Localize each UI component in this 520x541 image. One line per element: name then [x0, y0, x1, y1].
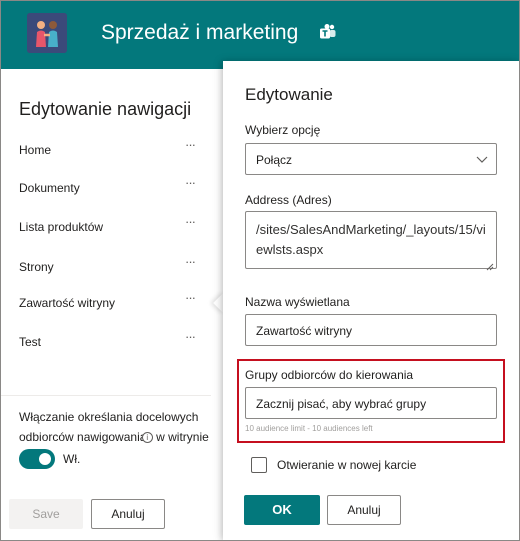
ok-button[interactable]: OK: [244, 495, 320, 525]
nav-item-zawartosc-witryny[interactable]: Zawartość witryny ···: [1, 288, 211, 318]
more-options-icon[interactable]: ···: [185, 175, 196, 190]
more-options-icon[interactable]: ···: [185, 137, 196, 152]
audience-targeting-toggle[interactable]: [19, 449, 55, 469]
option-label: Wybierz opcję: [245, 123, 321, 137]
open-new-tab-label[interactable]: Otwieranie w nowej karcie: [277, 458, 416, 472]
nav-item-dokumenty[interactable]: Dokumenty ···: [1, 173, 211, 203]
audience-targeting-label: Włączanie określania docelowych odbiorcó…: [19, 407, 209, 447]
audience-groups-input[interactable]: Zacznij pisać, aby wybrać grupy: [245, 387, 497, 419]
cancel-button[interactable]: Anuluj: [327, 495, 401, 525]
more-options-icon[interactable]: ···: [185, 254, 196, 269]
nav-item-label: Strony: [19, 260, 54, 274]
teams-icon[interactable]: [319, 23, 337, 41]
edit-link-callout: Edytowanie Wybierz opcję Połącz Address …: [223, 61, 519, 540]
more-options-icon[interactable]: ···: [185, 329, 196, 344]
save-button[interactable]: Save: [9, 499, 83, 529]
nav-item-strony[interactable]: Strony ···: [1, 252, 211, 282]
info-icon[interactable]: i: [141, 432, 153, 444]
option-dropdown[interactable]: Połącz: [245, 143, 497, 175]
app-frame: Sprzedaż i marketing Edytowanie nawigacj…: [0, 0, 520, 541]
display-name-input[interactable]: Zawartość witryny: [245, 314, 497, 346]
address-value: /sites/SalesAndMarketing/_layouts/15/vie…: [256, 222, 486, 257]
site-title[interactable]: Sprzedaż i marketing: [101, 21, 298, 45]
toggle-knob: [39, 453, 51, 465]
edit-panel-title: Edytowanie: [245, 85, 333, 104]
site-logo-people-icon[interactable]: [27, 13, 67, 53]
audience-targeting-text-suffix: w witrynie: [156, 430, 209, 444]
display-name-label: Nazwa wyświetlana: [245, 295, 350, 309]
nav-item-label: Lista produktów: [19, 220, 104, 234]
cancel-button[interactable]: Anuluj: [91, 499, 165, 529]
address-label: Address (Adres): [245, 193, 332, 207]
nav-item-label: Test: [19, 335, 42, 349]
more-options-icon[interactable]: ···: [185, 290, 196, 305]
nav-item-label: Zawartość witryny: [19, 296, 116, 310]
nav-item-label: Home: [19, 143, 52, 157]
nav-item-lista-produktow[interactable]: Lista produktów ···: [1, 212, 211, 242]
chevron-down-icon: [476, 152, 488, 163]
nav-item-home[interactable]: Home ···: [1, 135, 211, 165]
audience-groups-label: Grupy odbiorców do kierowania: [245, 368, 414, 382]
address-textarea[interactable]: /sites/SalesAndMarketing/_layouts/15/vie…: [245, 211, 497, 271]
more-options-icon[interactable]: ···: [185, 214, 196, 229]
navigation-panel: Edytowanie nawigacji Home ··· Dokumenty …: [1, 69, 219, 540]
audience-limit-hint: 10 audience limit - 10 audiences left: [245, 424, 373, 433]
site-header: Sprzedaż i marketing: [1, 1, 519, 69]
open-new-tab-checkbox[interactable]: [251, 457, 267, 473]
nav-divider: [1, 395, 211, 396]
nav-item-test[interactable]: Test ···: [1, 327, 211, 357]
nav-item-label: Dokumenty: [19, 181, 80, 195]
option-dropdown-value: Połącz: [256, 153, 293, 167]
audience-groups-placeholder: Zacznij pisać, aby wybrać grupy: [256, 397, 427, 411]
resize-grip-icon[interactable]: [486, 258, 494, 271]
nav-panel-title: Edytowanie nawigacji: [19, 99, 192, 119]
toggle-state-label: Wł.: [63, 452, 81, 466]
display-name-value: Zawartość witryny: [256, 324, 353, 338]
